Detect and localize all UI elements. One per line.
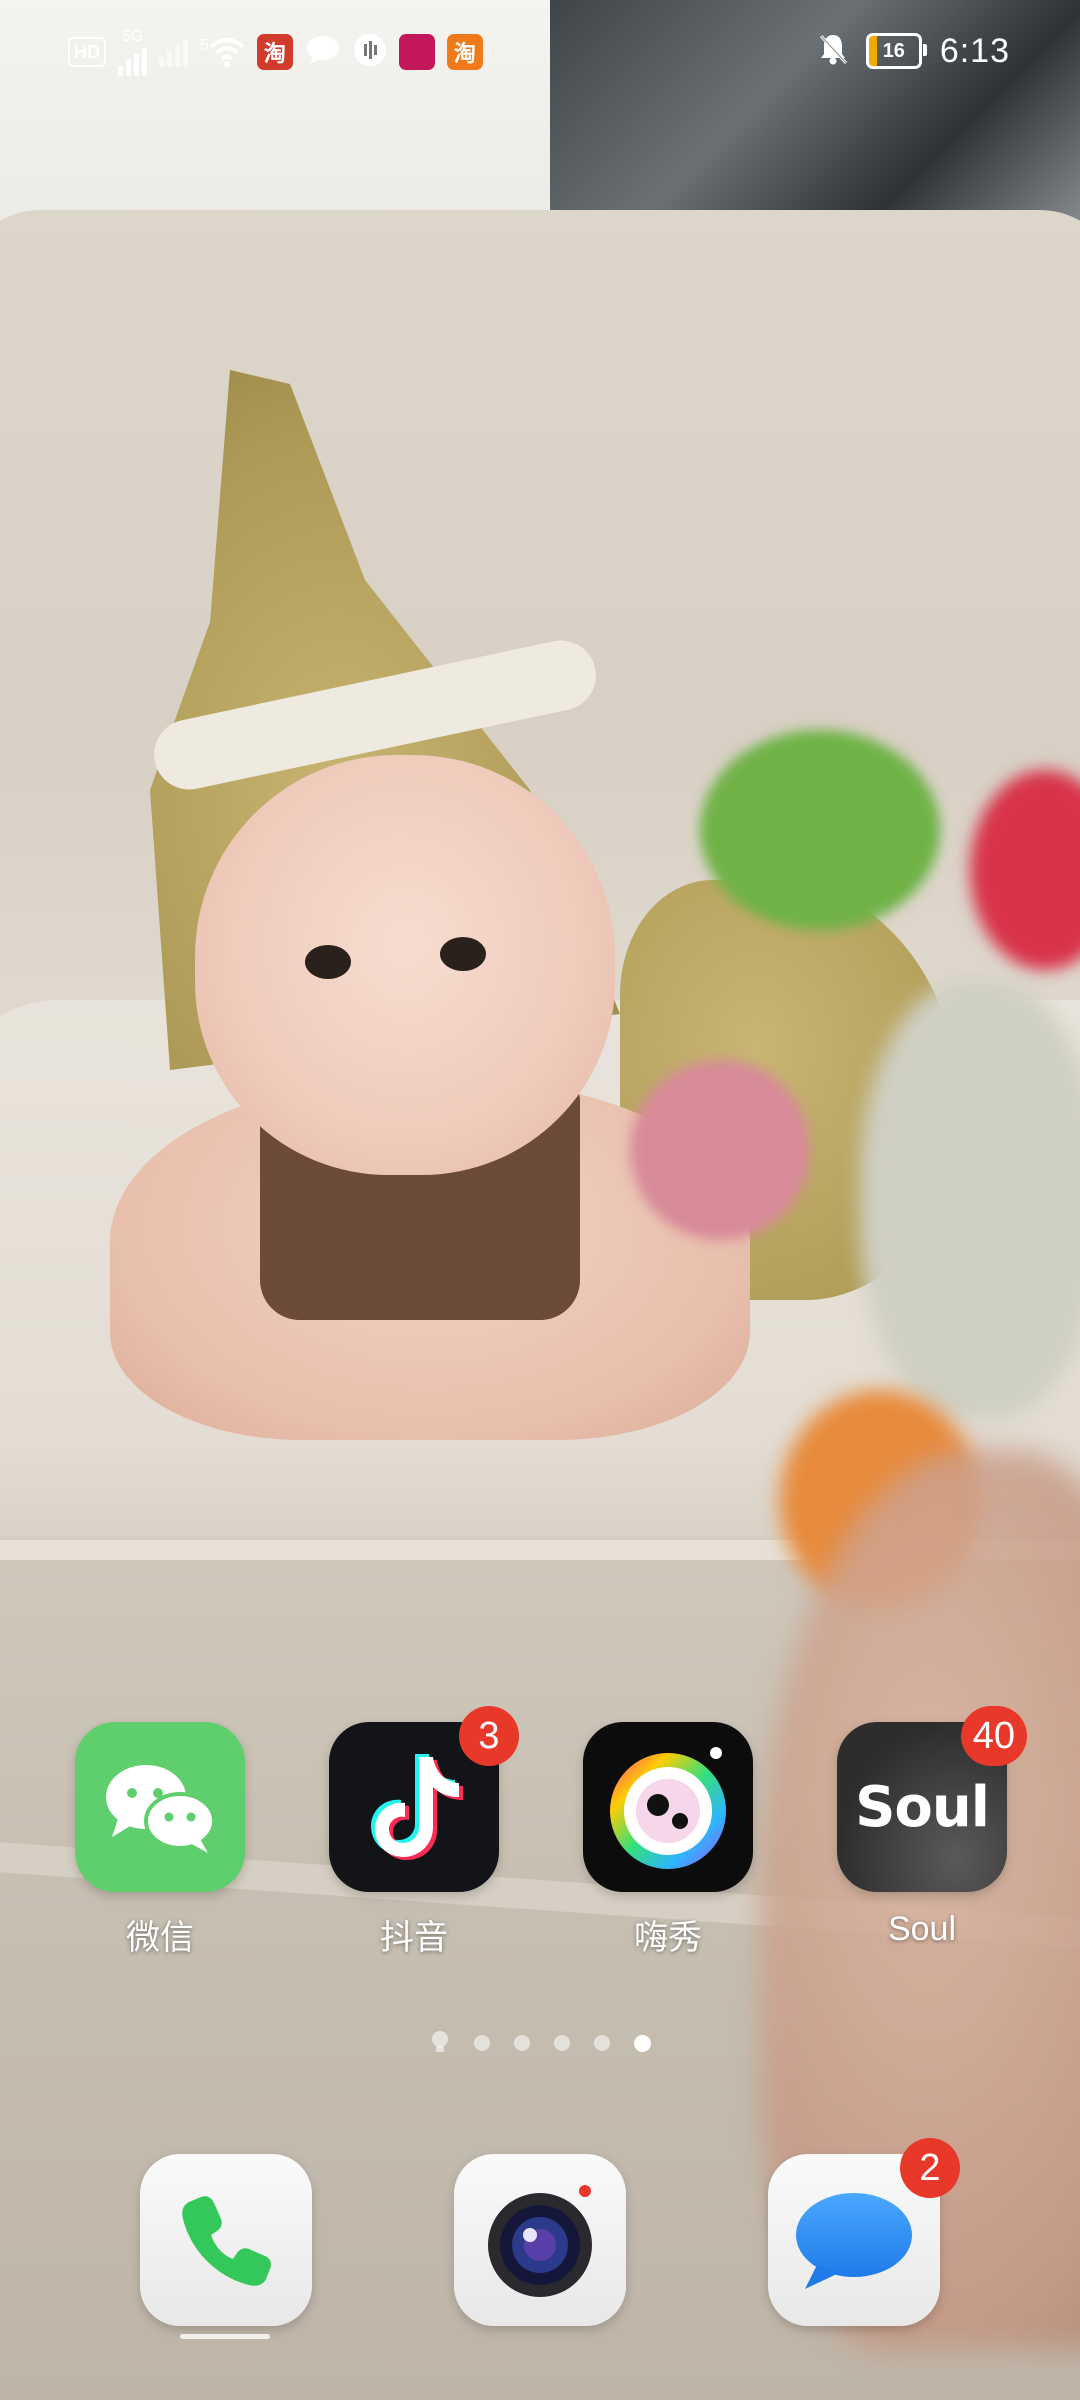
page-dot[interactable]	[473, 2035, 490, 2051]
phone-icon[interactable]	[140, 2154, 312, 2326]
dock-camera[interactable]	[454, 2154, 626, 2326]
taobao-icon-2: 淘	[446, 34, 483, 70]
recorder-icon	[353, 33, 387, 72]
home-indicator-bar[interactable]	[180, 2334, 270, 2339]
dock-phone[interactable]	[140, 2154, 312, 2326]
lightbulb-icon[interactable]	[430, 2030, 450, 2056]
app-label-wechat: 微信	[126, 1919, 194, 1957]
page-dot[interactable]	[513, 2035, 530, 2051]
mute-bell-icon	[818, 32, 848, 71]
wechat-icon[interactable]	[75, 1722, 245, 1892]
status-bar-left: HD 5G 5 淘 淘	[68, 28, 483, 76]
app-wechat[interactable]: 微信	[60, 1722, 260, 1962]
status-bar: HD 5G 5 淘 淘 16 6:13	[0, 0, 1080, 104]
taobao-icon: 淘	[256, 34, 293, 70]
app-haixiu[interactable]: 嗨秀	[568, 1722, 768, 1962]
notification-badge: 3	[459, 1706, 519, 1766]
chat-icon	[305, 34, 341, 71]
pinduoduo-icon	[398, 34, 435, 70]
wallpaper-baby-face	[195, 755, 615, 1175]
wallpaper-toy-pink	[630, 1060, 810, 1240]
page-dot-active[interactable]	[633, 2034, 651, 2052]
app-soul[interactable]: Soul 40 Soul	[822, 1706, 1027, 1962]
notification-badge: 40	[960, 1706, 1027, 1766]
soul-icon[interactable]: Soul 40	[837, 1706, 1027, 1892]
wallpaper-eye-right	[440, 937, 486, 971]
wallpaper-toy-green	[700, 730, 940, 930]
camera-icon[interactable]	[454, 2154, 626, 2326]
app-label-soul: Soul	[887, 1910, 957, 1948]
wallpaper-eye-left	[305, 945, 351, 979]
page-dot[interactable]	[593, 2035, 610, 2051]
network-type-label: 5G	[121, 28, 144, 45]
home-screen: HD 5G 5 淘 淘 16 6:13 微信 3 抖音 嗨秀 Soul 40 S…	[0, 0, 1080, 2400]
page-indicator[interactable]	[0, 2026, 1080, 2060]
tiktok-icon[interactable]: 3	[329, 1706, 519, 1892]
signal-2-icon	[159, 37, 188, 67]
status-bar-right: 16 6:13	[818, 26, 1010, 76]
notification-badge: 2	[900, 2138, 960, 2198]
messages-icon[interactable]: 2	[768, 2138, 960, 2326]
wallpaper-toy-grey	[860, 980, 1080, 1420]
camera-lens-icon[interactable]	[583, 1722, 753, 1892]
signal-icon: 5G	[118, 28, 147, 76]
battery-icon: 16	[865, 33, 927, 69]
wifi-glyph	[209, 38, 245, 67]
app-douyin[interactable]: 3 抖音	[314, 1706, 519, 1962]
page-dot[interactable]	[553, 2035, 570, 2051]
app-label-douyin: 抖音	[380, 1919, 448, 1957]
dock: 2	[0, 2138, 1080, 2354]
wifi-label: 5	[200, 37, 209, 54]
app-grid-row: 微信 3 抖音 嗨秀 Soul 40 Soul	[0, 1706, 1080, 1962]
app-label-haixiu: 嗨秀	[634, 1919, 702, 1957]
dock-messages[interactable]: 2	[768, 2138, 960, 2326]
soul-logo-text: Soul	[855, 1774, 990, 1840]
hd-icon: HD	[68, 37, 106, 67]
wifi-icon: 5	[200, 37, 245, 67]
signal-bars	[118, 46, 147, 76]
clock: 6:13	[939, 31, 1010, 70]
